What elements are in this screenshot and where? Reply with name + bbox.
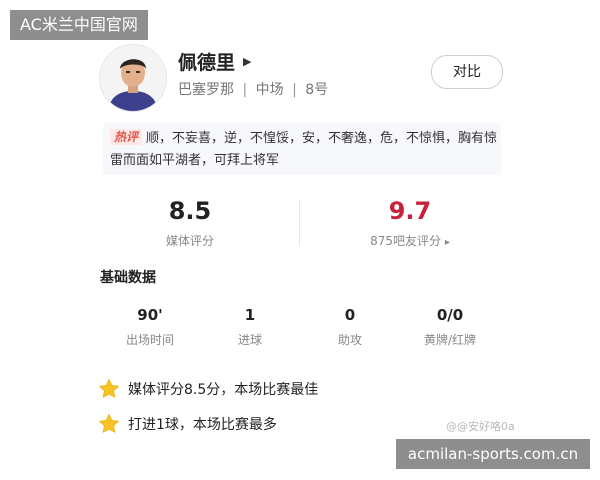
player-club: 巴塞罗那: [178, 82, 234, 98]
score-divider: [299, 200, 300, 246]
fan-score-value: 9.7: [388, 197, 432, 225]
compare-button[interactable]: 对比: [431, 55, 503, 89]
media-score: 8.5 媒体评分: [90, 196, 290, 249]
stat-label: 黄牌/红牌: [423, 333, 477, 347]
fan-score-label: 875吧友评分: [370, 234, 442, 248]
media-score-label: 媒体评分: [165, 234, 214, 248]
fan-score[interactable]: 9.7 875吧友评分 ▸: [310, 196, 510, 249]
hot-comment[interactable]: 热评 顺，不妄喜，逆，不惶馁，安，不奢逸，危，不惊惧，胸有惊雷而面如平湖者，可拜上…: [110, 128, 500, 172]
basic-stats: 90' 出场时间 1 进球 0 助攻 0/0 黄牌/红牌: [100, 305, 500, 348]
info-divider: |: [292, 82, 297, 98]
info-divider: |: [242, 82, 248, 98]
player-photo: [100, 45, 166, 111]
fan-score-label-row: 875吧友评分 ▸: [310, 232, 510, 249]
stat-item: 0 助攻: [300, 305, 400, 348]
star-icon: [98, 413, 120, 434]
highlight-text: 打进1球，本场比赛最多: [128, 417, 277, 433]
stat-value: 1: [244, 306, 256, 324]
watermark-bottom: acmilan-sports.com.cn: [396, 439, 590, 469]
basic-data-title: 基础数据: [100, 270, 156, 286]
stat-item: 0/0 黄牌/红牌: [400, 305, 500, 348]
highlight-item: 打进1球，本场比赛最多: [98, 413, 277, 435]
player-info: 巴塞罗那 | 中场 | 8号: [178, 79, 328, 99]
player-number: 8号: [305, 82, 329, 98]
watermark-top: AC米兰中国官网: [10, 10, 148, 40]
stat-item: 1 进球: [200, 305, 300, 348]
player-position: 中场: [255, 82, 284, 98]
caret-right-icon: ▸: [444, 237, 450, 248]
stat-value: 0: [344, 306, 356, 324]
stat-value: 90': [137, 306, 163, 324]
media-score-value: 8.5: [168, 197, 212, 225]
stat-label: 助攻: [337, 333, 362, 347]
hot-comment-text: 顺，不妄喜，逆，不惶馁，安，不奢逸，危，不惊惧，胸有惊雷而面如平湖者，可拜上将军: [110, 131, 498, 168]
stat-value: 0/0: [436, 306, 464, 324]
stat-label: 进球: [237, 333, 262, 347]
stat-item: 90' 出场时间: [100, 305, 200, 348]
stat-label: 出场时间: [125, 333, 174, 347]
star-icon: [98, 378, 120, 399]
arrow-right-icon: ▶: [243, 55, 252, 68]
highlight-item: 媒体评分8.5分，本场比赛最佳: [98, 378, 318, 400]
watermark-mid: @@安好咯0a: [446, 420, 515, 433]
player-name: 佩德里: [178, 52, 236, 74]
player-name-row[interactable]: 佩德里 ▶: [178, 48, 251, 75]
player-avatar[interactable]: [99, 44, 167, 112]
highlight-text: 媒体评分8.5分，本场比赛最佳: [128, 382, 319, 398]
hot-comment-badge: 热评: [110, 129, 143, 145]
